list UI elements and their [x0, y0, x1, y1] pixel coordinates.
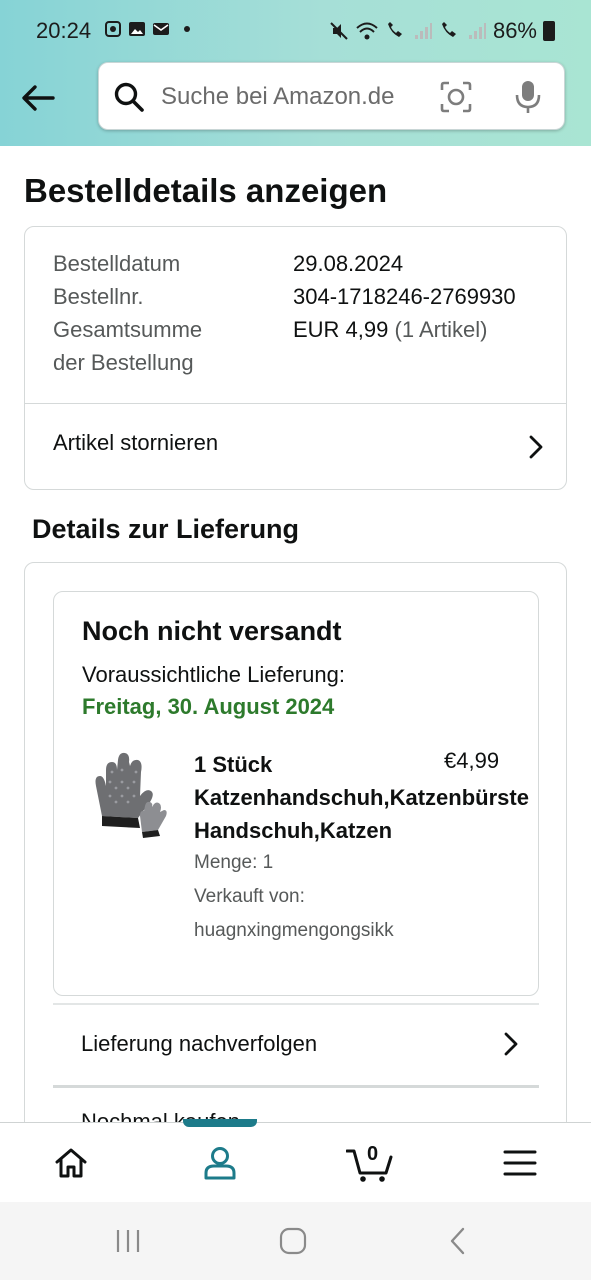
battery-percent: 86% [492, 18, 537, 43]
system-home-button[interactable] [273, 1224, 313, 1258]
product-image[interactable] [80, 746, 176, 842]
order-total-row: Gesamtsumme EUR 4,99 (1 Artikel) [53, 313, 487, 346]
delivery-card: Noch nicht versandt Voraussichtliche Lie… [24, 562, 567, 1122]
mail-icon [153, 23, 169, 35]
cancel-item-label: Artikel stornieren [53, 430, 219, 455]
notification-icon [105, 21, 121, 37]
arrow-left-icon [22, 85, 55, 111]
back-button[interactable] [18, 78, 58, 118]
product-title-line2: Katzenhandschuh,Katzenbürste [194, 785, 529, 810]
track-delivery-button[interactable]: Lieferung nachverfolgen [53, 1005, 539, 1085]
order-date-value: 29.08.2024 [293, 251, 404, 276]
nav-home[interactable] [49, 1141, 93, 1185]
order-total-value: EUR 4,99 [293, 317, 389, 342]
product-title[interactable]: 1 Stück Katzenhandschuh,Katzenbürste Han… [194, 748, 554, 847]
cart-count: 0 [367, 1143, 379, 1165]
more-notifications-dot [184, 26, 190, 32]
order-total-label-line1: Gesamtsumme [53, 317, 203, 342]
chevron-right-icon [504, 1032, 518, 1056]
status-notifications [104, 20, 190, 38]
nav-cart[interactable]: 0 [346, 1141, 394, 1185]
product-title-line3: Handschuh,Katzen [194, 818, 393, 843]
back-icon [450, 1227, 465, 1255]
battery-icon [543, 21, 555, 41]
signal-2-icon [468, 23, 486, 39]
search-input[interactable] [161, 81, 431, 113]
nav-account[interactable] [198, 1141, 242, 1185]
status-time: 20:24 [36, 18, 92, 43]
search-bar[interactable] [98, 62, 565, 130]
home-icon [55, 1148, 87, 1178]
order-date-label: Bestelldatum [53, 251, 181, 276]
active-tab-indicator [183, 1119, 257, 1127]
order-total-label-row2: der Bestellung [53, 346, 194, 379]
search-icon [114, 82, 144, 112]
app-header: 20:24 86% [0, 0, 591, 146]
bottom-nav: 0 [0, 1119, 591, 1202]
order-item-count: (1 Artikel) [394, 317, 488, 342]
recents-icon [116, 1230, 140, 1252]
order-date-row: Bestelldatum 29.08.2024 [53, 247, 403, 280]
cancel-item-button[interactable]: Artikel stornieren [25, 404, 566, 490]
volte-2-icon [441, 22, 456, 37]
home-button-icon [279, 1227, 307, 1255]
order-summary-card: Bestelldatum 29.08.2024 Bestellnr. 304-1… [24, 226, 567, 490]
image-icon [129, 22, 145, 36]
shipment-box: Noch nicht versandt Voraussichtliche Lie… [53, 591, 539, 996]
signal-1-icon [414, 23, 432, 39]
system-back-button[interactable] [438, 1224, 478, 1258]
account-icon [204, 1147, 236, 1180]
nav-menu[interactable] [498, 1141, 542, 1185]
sold-by-label: Verkauft von: [194, 886, 305, 907]
mute-icon [330, 22, 348, 40]
buy-again-button[interactable]: Nochmal kaufen [53, 1089, 539, 1122]
page-title: Bestelldetails anzeigen [24, 172, 388, 209]
volte-1-icon [387, 22, 402, 37]
wifi-icon [356, 22, 378, 40]
status-right: 86% [329, 18, 555, 44]
order-number-label: Bestellnr. [53, 284, 144, 309]
chevron-right-icon [529, 435, 543, 459]
order-total-value-wrap: EUR 4,99 (1 Artikel) [293, 313, 487, 346]
status-bar: 20:24 86% [0, 0, 591, 60]
track-delivery-label: Lieferung nachverfolgen [81, 1031, 318, 1056]
system-nav-bar [0, 1202, 591, 1280]
divider [53, 1085, 539, 1088]
recents-button[interactable] [108, 1224, 148, 1258]
delivery-section-title: Details zur Lieferung [32, 514, 300, 544]
product-price: €4,99 [444, 748, 500, 773]
shipment-status: Noch nicht versandt [82, 616, 342, 646]
expected-delivery-date: Freitag, 30. August 2024 [82, 694, 335, 719]
microphone-icon[interactable] [513, 79, 543, 115]
product-quantity: Menge: 1 [194, 852, 274, 873]
product-quantity-title: 1 Stück [194, 752, 273, 777]
order-number-value: 304-1718246-2769930 [293, 284, 516, 309]
order-total-label-line2: der Bestellung [53, 350, 194, 375]
order-details-page: Bestelldetails anzeigen Bestelldatum 29.… [0, 146, 591, 1122]
expected-delivery-label: Voraussichtliche Lieferung: [82, 662, 345, 687]
camera-icon[interactable] [439, 81, 473, 113]
seller-name[interactable]: huagnxingmengongsikk [194, 920, 394, 942]
order-number-row: Bestellnr. 304-1718246-2769930 [53, 280, 516, 313]
menu-icon [503, 1150, 537, 1176]
